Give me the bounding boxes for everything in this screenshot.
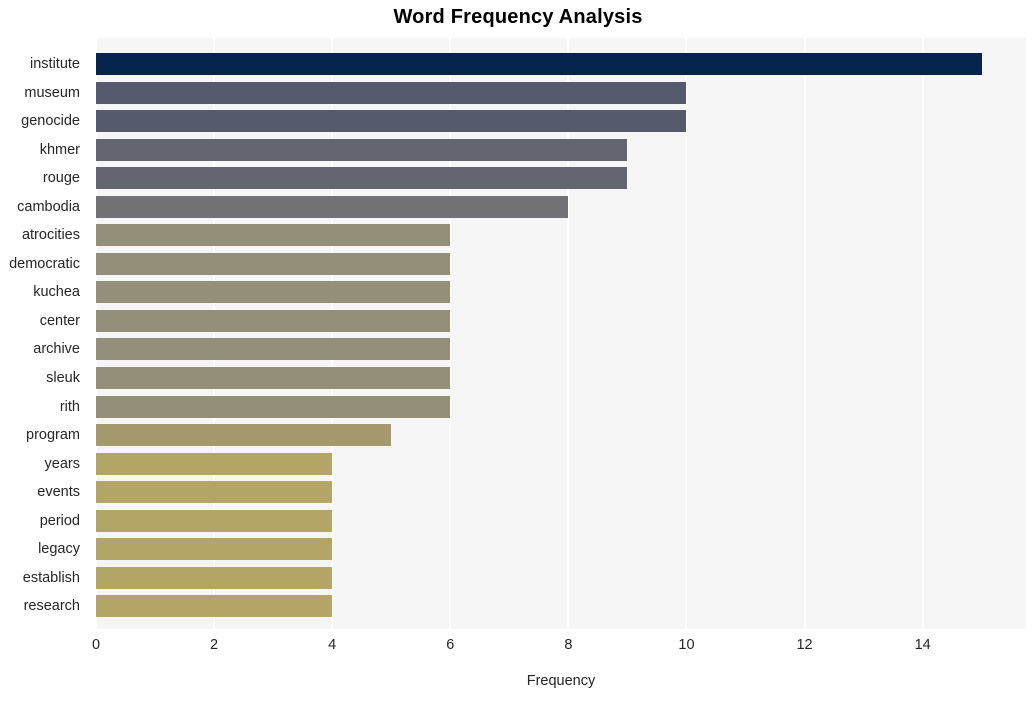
x-axis-title: Frequency <box>526 673 596 689</box>
y-tick-label-sleuk: sleuk <box>46 369 80 386</box>
bar-events[interactable] <box>96 481 333 504</box>
bar-museum[interactable] <box>96 81 687 104</box>
bar-kuchea[interactable] <box>96 281 451 304</box>
y-tick-label-genocide: genocide <box>21 113 80 130</box>
x-tick-label-4: 4 <box>328 637 337 653</box>
gridline-x-12 <box>803 38 806 629</box>
y-tick-label-events: events <box>37 484 80 501</box>
y-tick-label-cambodia: cambodia <box>17 198 80 215</box>
y-tick-label-establish: establish <box>22 569 80 586</box>
x-tick-label-0: 0 <box>91 637 101 653</box>
bar-atrocities[interactable] <box>96 224 451 247</box>
y-tick-label-institute: institute <box>30 56 80 73</box>
y-tick-label-center: center <box>39 312 80 329</box>
bar-legacy[interactable] <box>96 538 333 561</box>
bar-democratic[interactable] <box>96 252 451 275</box>
bar-years[interactable] <box>96 452 333 475</box>
bar-center[interactable] <box>96 309 451 332</box>
y-tick-label-rouge: rouge <box>42 170 80 187</box>
bar-program[interactable] <box>96 424 392 447</box>
y-tick-label-museum: museum <box>24 84 80 101</box>
bar-sleuk[interactable] <box>96 366 451 389</box>
y-tick-label-archive: archive <box>33 341 80 358</box>
x-tick-label-10: 10 <box>678 637 695 653</box>
y-tick-label-khmer: khmer <box>39 141 80 158</box>
bar-genocide[interactable] <box>96 110 687 133</box>
bar-archive[interactable] <box>96 338 451 361</box>
bar-institute[interactable] <box>96 53 982 76</box>
y-tick-label-atrocities: atrocities <box>21 227 80 244</box>
x-tick-label-2: 2 <box>210 637 219 653</box>
bar-rith[interactable] <box>96 395 451 418</box>
plot-area <box>96 38 1026 629</box>
x-tick-label-14: 14 <box>914 637 931 653</box>
bar-khmer[interactable] <box>96 138 628 161</box>
x-tick-label-6: 6 <box>446 637 455 653</box>
y-tick-label-period: period <box>39 512 80 529</box>
x-axis: 0 2 4 6 8 10 12 14 <box>92 629 1026 659</box>
chart-title: Word Frequency Analysis <box>393 6 643 28</box>
y-axis: institute museum genocide khmer rouge cambodi… <box>0 38 88 629</box>
bar-establish[interactable] <box>96 566 333 589</box>
y-tick-label-years: years <box>44 455 80 472</box>
word-frequency-chart: Word Frequency Analysis institute museum g… <box>0 0 1036 701</box>
y-tick-label-program: program <box>26 427 80 444</box>
bar-cambodia[interactable] <box>96 195 569 218</box>
bar-research[interactable] <box>96 595 333 618</box>
x-tick-label-8: 8 <box>564 637 573 653</box>
gridline-x-14 <box>921 38 924 629</box>
bar-period[interactable] <box>96 509 333 532</box>
y-tick-label-kuchea: kuchea <box>33 284 80 301</box>
y-tick-label-rith: rith <box>59 398 80 415</box>
y-tick-label-democratic: democratic <box>9 255 80 272</box>
x-tick-label-12: 12 <box>796 637 813 653</box>
bar-rouge[interactable] <box>96 167 628 190</box>
y-tick-label-legacy: legacy <box>38 541 80 558</box>
y-tick-label-research: research <box>23 598 80 615</box>
